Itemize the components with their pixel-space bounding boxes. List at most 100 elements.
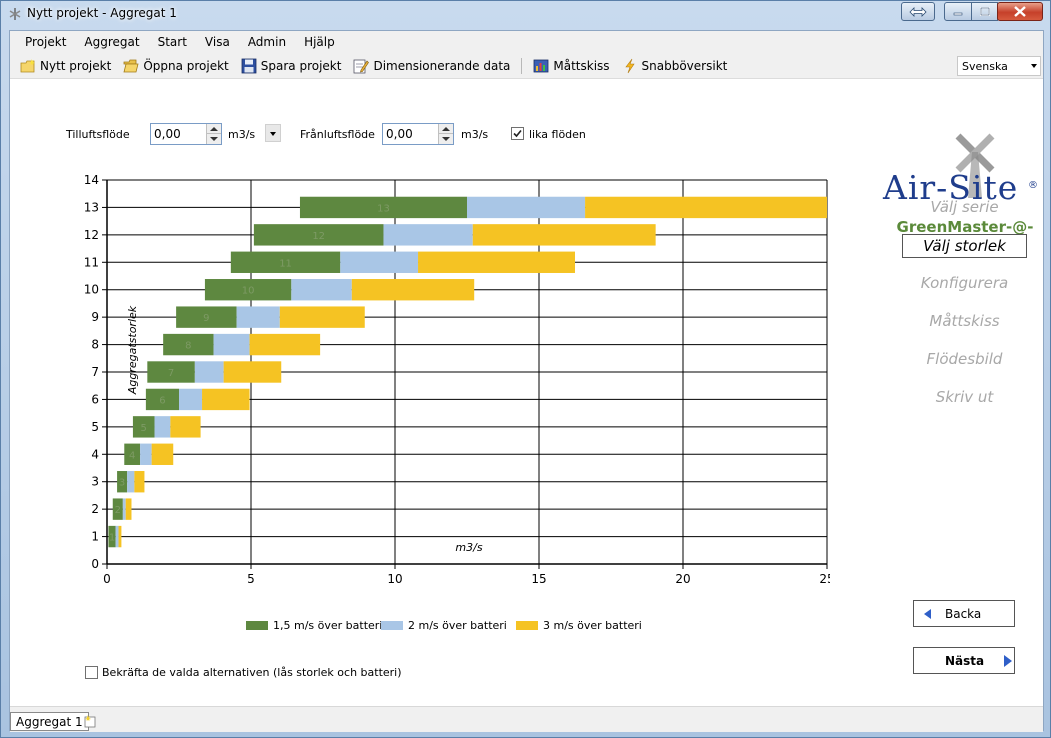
- floppy-disk-icon: [241, 58, 257, 73]
- save-project-button[interactable]: Spara projekt: [235, 55, 348, 77]
- step-skriv-ut[interactable]: Skriv ut: [902, 388, 1027, 406]
- title-bar[interactable]: Nytt projekt - Aggregat 1: [1, 1, 1050, 29]
- bar-size-13-series-2: [467, 196, 586, 219]
- next-button[interactable]: Nästa: [913, 647, 1015, 674]
- document-tab-bar: Aggregat 1: [10, 706, 1043, 732]
- exhaust-flow-label: Frånluftsflöde: [300, 128, 375, 141]
- folder-open-icon: [123, 59, 139, 72]
- exhaust-flow-input[interactable]: 0,00: [382, 123, 454, 145]
- bar-size-label: 5: [141, 423, 147, 434]
- y-tick-label: 7: [91, 365, 99, 379]
- double-arrow-icon: [909, 6, 927, 17]
- legend-label-2: 2 m/s över batteri: [408, 619, 507, 632]
- x-tick-label: 25: [819, 572, 830, 586]
- bar-size-label: 7: [168, 368, 174, 379]
- spin-up-icon[interactable]: [210, 127, 218, 131]
- bar-size-10-series-3: [351, 279, 475, 301]
- minimize-button[interactable]: [944, 2, 972, 21]
- menu-admin[interactable]: Admin: [239, 35, 295, 49]
- confirm-checkbox[interactable]: [85, 666, 98, 679]
- menu-aggregat[interactable]: Aggregat: [75, 35, 148, 49]
- confirm-label: Bekräfta de valda alternativen (lås stor…: [102, 666, 402, 679]
- bar-size-label: 1: [109, 533, 115, 544]
- new-project-button[interactable]: Nytt projekt: [14, 55, 117, 77]
- y-tick-label: 0: [91, 557, 99, 571]
- bar-size-label: 8: [185, 341, 191, 352]
- edit-document-icon: [354, 59, 370, 73]
- y-tick-label: 13: [84, 200, 99, 214]
- y-tick-label: 12: [84, 228, 99, 242]
- open-project-button[interactable]: Öppna projekt: [117, 55, 234, 77]
- y-tick-label: 14: [84, 173, 99, 187]
- save-project-label: Spara projekt: [260, 58, 342, 73]
- step-mattskiss[interactable]: Måttskiss: [902, 312, 1027, 330]
- unit-dropdown[interactable]: [265, 124, 281, 142]
- bar-size-11-series-2: [340, 251, 419, 273]
- bar-size-label: 2: [115, 505, 121, 516]
- maximize-icon: [979, 6, 990, 16]
- dimension-sketch-button[interactable]: Måttskiss: [527, 55, 615, 77]
- quick-overview-button[interactable]: Snabböversikt: [616, 55, 734, 77]
- bar-size-8-series-3: [249, 333, 321, 356]
- step-konfigurera[interactable]: Konfigurera: [902, 274, 1027, 292]
- bar-size-label: 11: [279, 258, 292, 269]
- legend-label-1-5: 1,5 m/s över batteri: [273, 619, 383, 632]
- bar-size-3-series-3: [134, 471, 145, 493]
- dimensioning-data-button[interactable]: Dimensionerande data: [347, 55, 516, 77]
- dimension-sketch-label: Måttskiss: [553, 58, 610, 73]
- x-tick-label: 15: [531, 572, 546, 586]
- bar-size-label: 9: [203, 313, 209, 324]
- back-label: Backa: [945, 606, 982, 621]
- next-label: Nästa: [945, 653, 985, 668]
- bar-size-1-series-3: [118, 525, 122, 548]
- supply-flow-spinner[interactable]: [206, 124, 221, 144]
- maximize-button[interactable]: [971, 2, 998, 21]
- menu-start[interactable]: Start: [149, 35, 196, 49]
- step-valj-serie[interactable]: Välj serie: [902, 198, 1027, 216]
- exhaust-flow-spinner[interactable]: [438, 124, 453, 144]
- window-title: Nytt projekt - Aggregat 1: [27, 6, 177, 20]
- supply-flow-input[interactable]: 0,00: [150, 123, 222, 145]
- open-project-label: Öppna projekt: [143, 58, 229, 73]
- bar-size-4-series-2: [140, 443, 152, 465]
- language-select[interactable]: Svenska: [957, 56, 1041, 76]
- bar-size-11-series-3: [418, 251, 575, 273]
- main-panel: Tilluftsflöde 0,00 m3/s Frånluftsflöde 0…: [10, 80, 1043, 706]
- menu-hjalp[interactable]: Hjälp: [295, 35, 344, 49]
- size-selection-chart[interactable]: 0123456789101112131405101520251234567891…: [70, 170, 830, 590]
- step-valj-storlek[interactable]: Välj storlek: [902, 234, 1027, 258]
- close-icon: [1014, 6, 1026, 17]
- spin-up-icon[interactable]: [442, 127, 450, 131]
- spin-down-icon[interactable]: [442, 137, 450, 141]
- bar-size-label: 6: [159, 395, 165, 406]
- toolbar: Nytt projekt Öppna projekt Spara projekt: [10, 53, 1043, 79]
- menu-visa[interactable]: Visa: [196, 35, 239, 49]
- back-button[interactable]: Backa: [913, 600, 1015, 627]
- x-tick-label: 10: [387, 572, 402, 586]
- x-tick-label: 20: [675, 572, 690, 586]
- menu-projekt[interactable]: Projekt: [16, 35, 75, 49]
- spin-down-icon[interactable]: [210, 137, 218, 141]
- bar-size-7-series-3: [223, 361, 282, 383]
- language-value: Svenska: [962, 60, 1008, 73]
- equal-flows-checkbox[interactable]: [511, 127, 524, 140]
- x-axis-title: m3/s: [455, 541, 482, 554]
- step-flodesbild[interactable]: Flödesbild: [902, 350, 1027, 368]
- bar-size-12-series-2: [383, 224, 473, 246]
- tab-aggregat-1[interactable]: Aggregat 1: [10, 712, 89, 731]
- y-tick-label: 9: [91, 310, 99, 324]
- bar-size-label: 13: [377, 203, 390, 214]
- new-project-label: Nytt projekt: [40, 58, 112, 73]
- new-tab-icon[interactable]: [83, 714, 97, 728]
- bar-size-7-series-2: [194, 361, 224, 383]
- spinner-divider: [439, 133, 453, 134]
- check-icon: [513, 129, 522, 138]
- toolbar-separator: [521, 57, 523, 74]
- quick-overview-label: Snabböversikt: [641, 58, 728, 73]
- minimize-icon: [953, 12, 963, 15]
- chart-sketch-icon: [533, 59, 549, 72]
- menu-bar: Projekt Aggregat Start Visa Admin Hjälp: [10, 31, 1043, 53]
- snap-button[interactable]: [901, 2, 935, 21]
- close-button[interactable]: [997, 2, 1043, 21]
- bar-size-5-series-3: [170, 416, 201, 438]
